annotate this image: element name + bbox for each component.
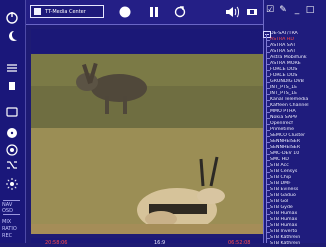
tree-branch (266, 100, 270, 101)
left-label: RATIO (2, 226, 17, 232)
left-label: REC (2, 233, 13, 239)
app-title: TT-Media Center (45, 8, 86, 15)
tree-branch (266, 196, 270, 197)
tree-branch (266, 142, 270, 143)
left-sidebar: NAV OSD MIX RATIO REC (0, 0, 26, 243)
tree-branch (266, 172, 270, 173)
tree-branch (266, 46, 270, 47)
tree-branch (266, 208, 270, 209)
tree-branch (266, 166, 270, 167)
tree-branch (266, 178, 270, 179)
tree-branch (266, 226, 270, 227)
power-icon[interactable] (4, 10, 20, 26)
separator-line (3, 200, 20, 201)
tool-icon[interactable]: ✎ (278, 4, 288, 16)
wave-icon[interactable] (4, 60, 20, 76)
tree-branch (266, 118, 270, 119)
tree-branch (266, 52, 270, 53)
tree-branch (266, 160, 270, 161)
dvd-icon[interactable] (4, 125, 20, 141)
tree-branch (266, 70, 270, 71)
app-logo-icon (34, 8, 41, 15)
tree-branch (266, 106, 270, 107)
tree-branch (266, 130, 270, 131)
tree-branch (266, 88, 270, 89)
app-title-chip: TT-Media Center (30, 5, 104, 18)
tree-branch (266, 202, 270, 203)
shuffle-icon[interactable] (4, 157, 20, 173)
video-header-area (31, 29, 264, 53)
tree-branch (266, 154, 270, 155)
tree-branch (266, 136, 270, 137)
status-aspect-ratio: 16:9 (154, 240, 166, 246)
pause-button[interactable] (146, 4, 162, 20)
panel-toolbar: ☑ ✎ _ □ (265, 4, 325, 20)
status-left-time: 20:58:06 (45, 240, 68, 246)
video-display[interactable] (31, 54, 264, 234)
channel-item[interactable]: STB Kathrein (270, 241, 326, 247)
tree-branch (266, 64, 270, 65)
tree-line (266, 34, 267, 243)
refresh-button[interactable] (172, 4, 188, 20)
top-toolbar: TT-Media Center (26, 0, 263, 25)
tree-branch (266, 220, 270, 221)
tree-branch (266, 40, 270, 41)
volume-button[interactable] (224, 4, 240, 20)
tree-branch (266, 214, 270, 215)
checkbox-icon[interactable]: ☑ (265, 4, 275, 16)
mute-button[interactable] (244, 4, 260, 20)
record-icon[interactable] (4, 78, 20, 94)
tree-branch (266, 148, 270, 149)
tree-branch (266, 190, 270, 191)
tree-branch (266, 124, 270, 125)
left-label: OSD (2, 208, 13, 214)
channel-list: DE-SAT/TRA ASTRA HD ASTRA SAT ASTRA SAT … (270, 31, 326, 246)
tv-icon[interactable] (4, 104, 20, 120)
tree-branch (266, 58, 270, 59)
moon-icon[interactable] (4, 28, 20, 44)
minimize-icon[interactable]: _ (292, 4, 302, 16)
left-label: MIX (2, 219, 12, 225)
settings-icon[interactable] (4, 176, 20, 192)
tree-branch (266, 112, 270, 113)
record-button[interactable] (117, 4, 133, 20)
tree-branch (266, 232, 270, 233)
status-right-time: 06:52:08 (228, 240, 251, 246)
maximize-icon[interactable]: □ (305, 4, 315, 16)
tree-branch (266, 76, 270, 77)
radio-icon[interactable] (4, 142, 20, 158)
tree-branch (266, 238, 270, 239)
tree-branch (266, 184, 270, 185)
tree-branch (266, 94, 270, 95)
tree-branch (266, 82, 270, 83)
separator-line (3, 214, 20, 215)
